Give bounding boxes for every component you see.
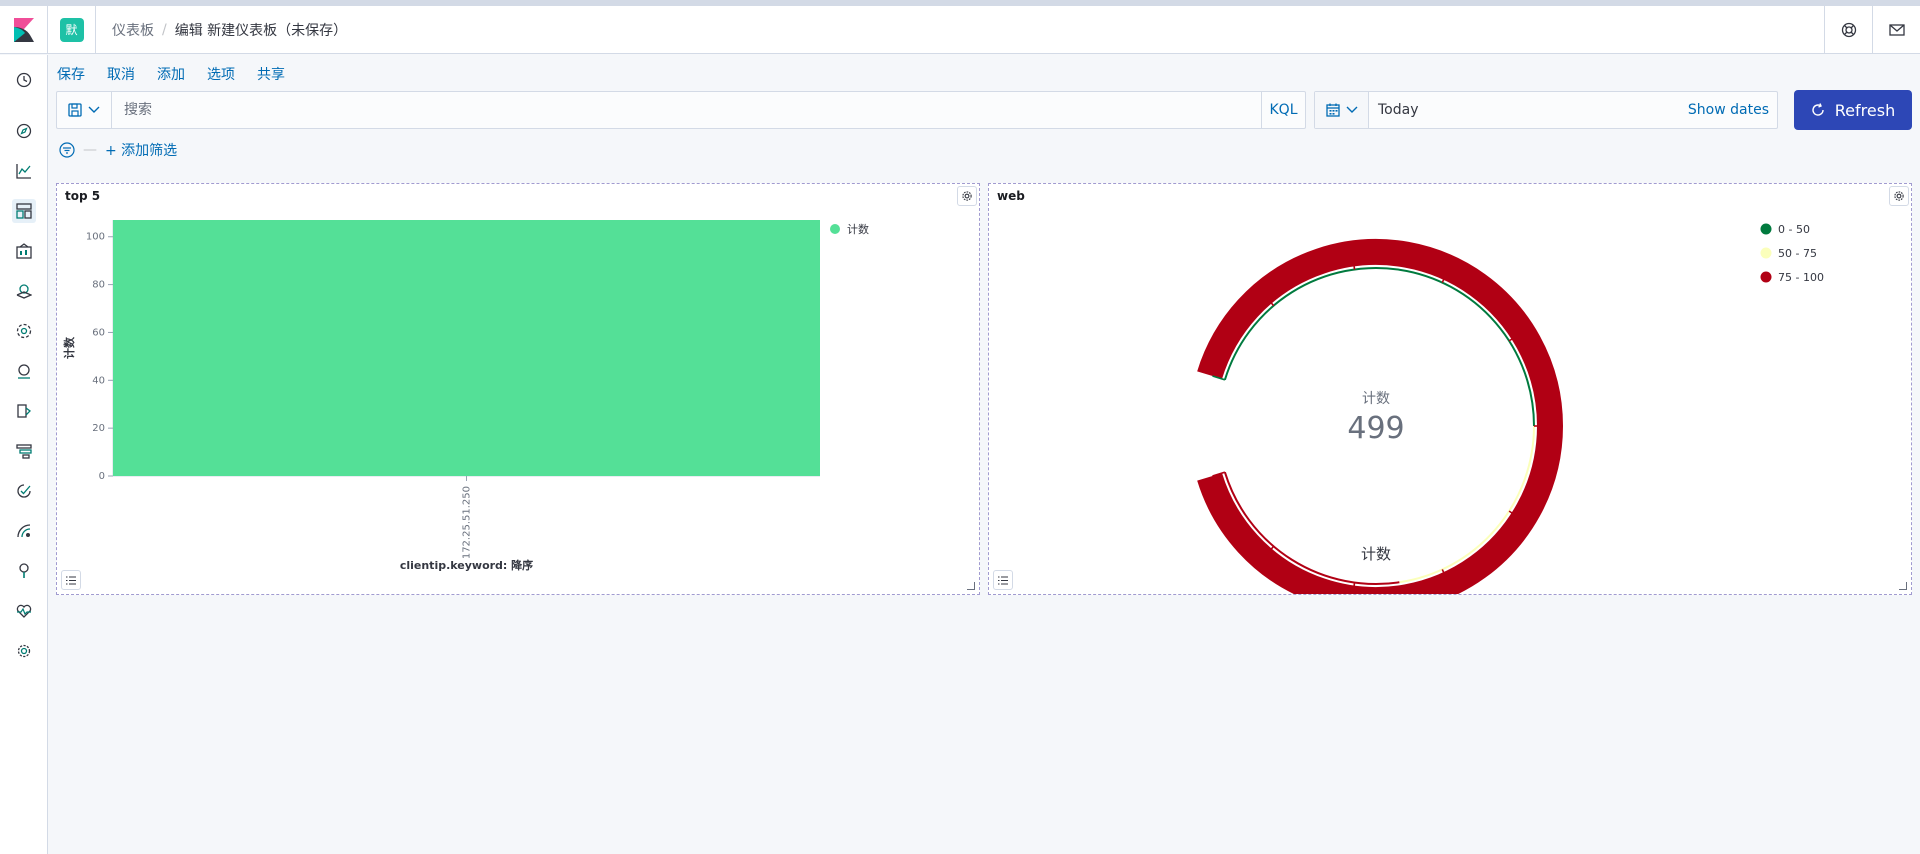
calendar-icon (1325, 103, 1340, 117)
y-tick-label: 100 (86, 232, 105, 243)
breadcrumb-separator: / (162, 21, 167, 38)
app-header: 默 仪表板 / 编辑 新建仪表板（未保存） (0, 5, 1920, 54)
gauge-metric-label: 计数 (1362, 391, 1390, 407)
maps-icon[interactable] (12, 279, 36, 303)
kibana-logo-icon (13, 17, 34, 42)
x-tick-label: 172.25.51.250 (462, 486, 473, 559)
dashboard-icon[interactable] (12, 199, 36, 223)
siem-icon[interactable] (12, 519, 36, 543)
apm-icon[interactable] (12, 439, 36, 463)
quick-menu-button[interactable] (1315, 92, 1369, 128)
legend-label: 50 - 75 (1778, 247, 1817, 260)
mail-icon (1888, 24, 1905, 36)
management-gear-icon[interactable] (12, 639, 36, 663)
resize-handle[interactable] (1899, 582, 1907, 590)
logs-icon[interactable] (12, 399, 36, 423)
date-range-text[interactable]: Today (1369, 102, 1688, 118)
resize-handle[interactable] (967, 582, 975, 590)
panel-top5: top 5 0 20 40 60 80 100 计数 172.25.51.250 clienti… (56, 183, 980, 595)
canvas-icon[interactable] (12, 239, 36, 263)
y-tick-label: 40 (92, 375, 105, 386)
legend-swatch (1760, 247, 1772, 259)
recently-viewed-icon[interactable] (12, 68, 36, 92)
refresh-label: Refresh (1834, 100, 1896, 120)
gauge-value: 499 (1347, 411, 1404, 446)
space-selector[interactable]: 默 (48, 5, 96, 54)
search-input[interactable] (112, 92, 1261, 128)
breadcrumb-current: 编辑 新建仪表板（未保存） (174, 22, 348, 39)
chevron-down-icon (88, 106, 100, 113)
legend-label: 75 - 100 (1778, 271, 1824, 284)
y-tick-label: 80 (92, 280, 105, 291)
toggle-legend-button[interactable] (993, 570, 1013, 590)
list-icon (66, 576, 76, 584)
infrastructure-icon[interactable] (12, 359, 36, 383)
gauge-chart: 计数 499 计数 0 - 50 50 - 75 75 - 100 (1197, 223, 1824, 594)
dashboard-top-menu: 保存 取消 添加 选项 共享 (57, 64, 285, 84)
options-button[interactable]: 选项 (207, 64, 235, 84)
chevron-down-icon (1346, 106, 1357, 113)
visualize-icon[interactable] (12, 159, 36, 183)
x-axis-label: clientip.keyword: 降序 (400, 558, 533, 572)
bar (113, 220, 820, 476)
legend-label: 0 - 50 (1778, 223, 1810, 236)
gauge-bottom-label: 计数 (1361, 545, 1391, 563)
legend-swatch (830, 224, 840, 234)
y-axis-label: 计数 (62, 336, 76, 359)
legend-label: 计数 (847, 223, 869, 236)
show-dates-link[interactable]: Show dates (1688, 102, 1777, 118)
y-tick-label: 60 (92, 327, 105, 338)
newsfeed-button[interactable] (1872, 6, 1920, 54)
breadcrumb-dashboards[interactable]: 仪表板 (112, 20, 154, 40)
save-disk-icon (68, 103, 82, 117)
toggle-legend-button[interactable] (61, 570, 81, 590)
save-button[interactable]: 保存 (57, 64, 85, 84)
discover-icon[interactable] (12, 119, 36, 143)
machine-learning-icon[interactable] (12, 319, 36, 343)
list-icon (998, 576, 1008, 584)
space-avatar: 默 (59, 17, 84, 42)
query-language-button[interactable]: KQL (1261, 92, 1305, 128)
uptime-icon[interactable] (12, 479, 36, 503)
breadcrumb: 仪表板 / 编辑 新建仪表板（未保存） (112, 20, 347, 40)
help-button[interactable] (1824, 6, 1872, 54)
dev-tools-icon[interactable] (12, 559, 36, 583)
date-picker: Today Show dates (1314, 91, 1778, 129)
add-filter-button[interactable]: + 添加筛选 (105, 140, 177, 160)
y-tick-label: 0 (99, 471, 105, 482)
add-panel-button[interactable]: 添加 (157, 64, 185, 84)
refresh-icon (1812, 103, 1824, 116)
legend-swatch (1760, 223, 1772, 235)
bar-chart: 0 20 40 60 80 100 计数 172.25.51.250clientip.keyw… (62, 220, 869, 572)
filter-options-icon[interactable] (59, 142, 75, 158)
cancel-button[interactable]: 取消 (107, 64, 135, 84)
kibana-logo[interactable] (0, 5, 48, 54)
saved-query-button[interactable] (57, 92, 112, 128)
help-icon (1841, 22, 1856, 38)
refresh-button[interactable]: Refresh (1794, 90, 1912, 130)
side-nav (0, 55, 48, 854)
filter-bar: — + 添加筛选 (59, 140, 177, 160)
y-tick-label: 20 (92, 423, 105, 434)
legend-swatch (1760, 271, 1772, 283)
filter-divider: — (83, 142, 97, 158)
query-bar: KQL (56, 91, 1306, 129)
share-button[interactable]: 共享 (257, 64, 285, 84)
monitoring-icon[interactable] (12, 599, 36, 623)
gauge-band-scale (1399, 425, 1535, 584)
panel-web: web 计数 499 计数 0 - 50 50 - 75 75 - 100 (988, 183, 1912, 595)
